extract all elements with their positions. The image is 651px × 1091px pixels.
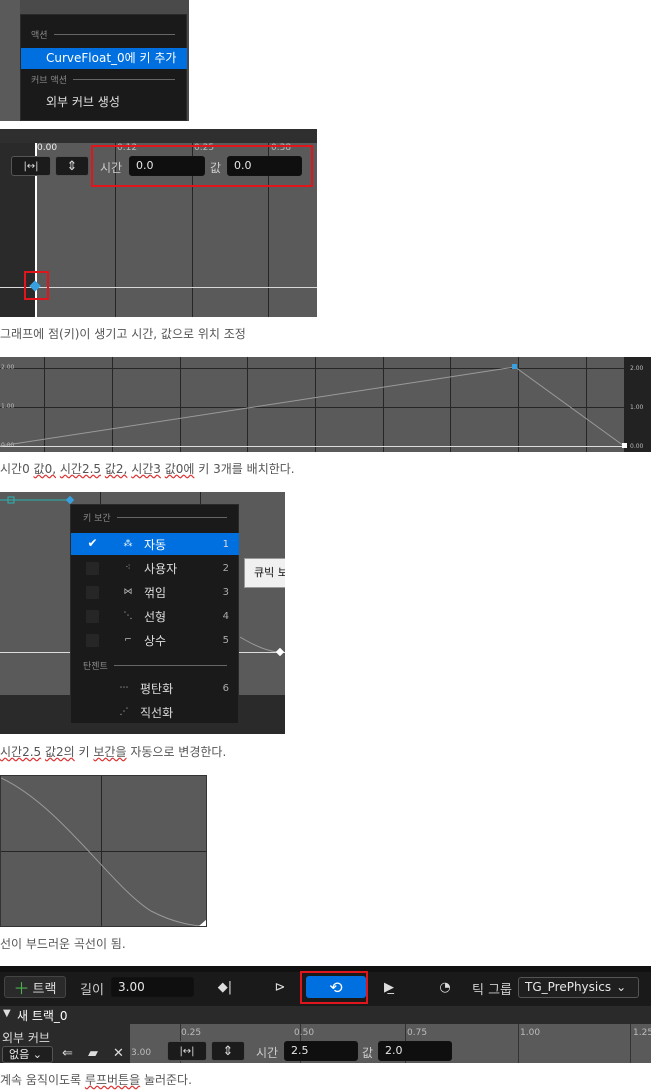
constant-interp-icon: ⌐: [124, 635, 132, 645]
browse-folder-icon[interactable]: ▰: [88, 1046, 98, 1061]
auto-interp-icon: ⁂: [123, 539, 133, 549]
chevron-down-icon: ⌄: [616, 980, 627, 994]
tick-label: 0.25: [181, 1028, 202, 1038]
checkbox[interactable]: [85, 608, 100, 624]
straighten-icon: ⋰: [119, 707, 129, 717]
interp-auto-item[interactable]: ✔ ⁂ 자동 1: [71, 533, 239, 555]
fit-vertical-button[interactable]: ⇕: [55, 156, 89, 176]
key-point[interactable]: [199, 919, 207, 927]
caption-1: 그래프에 점(키)이 생기고 시간, 값으로 위치 조정: [0, 327, 246, 341]
checkbox[interactable]: [85, 584, 100, 600]
curve-line: [1, 777, 207, 927]
checkbox[interactable]: [85, 632, 100, 648]
context-menu-curve: 액션 CurveFloat_0에 키 추가 커브 액션 외부 커브 생성: [0, 0, 189, 121]
track-name[interactable]: 새 트랙_0: [17, 1007, 68, 1024]
interp-constant-item[interactable]: ⌐ 상수 5: [71, 629, 239, 651]
create-external-curve-item[interactable]: 외부 커브 생성: [46, 93, 120, 110]
tick-group-select[interactable]: TG_PrePhysics ⌄: [518, 977, 639, 998]
fit-vertical-button[interactable]: ⇕: [211, 1041, 245, 1061]
key-jump-icon[interactable]: ◆|: [210, 976, 240, 998]
value-field[interactable]: 2.0: [378, 1041, 452, 1061]
checkbox[interactable]: [85, 560, 100, 576]
replicate-icon[interactable]: ◔: [430, 976, 460, 998]
tick-label: 0.50: [294, 1028, 315, 1038]
length-label: 길이: [80, 983, 104, 998]
linear-interp-icon: ⋱: [123, 611, 133, 621]
add-key-menu-item[interactable]: CurveFloat_0에 키 추가: [21, 48, 187, 69]
add-track-button[interactable]: ＋ 트랙: [4, 976, 66, 998]
key-point[interactable]: [65, 495, 75, 505]
key-point[interactable]: [512, 364, 517, 369]
caption-3: 시간2.5 값2의 키 보간을 자동으로 변경한다.: [0, 745, 227, 759]
highlight-box: [300, 971, 368, 1004]
play-icon[interactable]: ⊳: [265, 976, 295, 998]
play-range-icon[interactable]: ▶̲: [374, 976, 404, 998]
interp-menu: 키 보간 ✔ ⁂ 자동 1 ⁖ 사용자 2 ⋈ 꺾임 3 ⋱ 선형 4 ⌐ 상수…: [70, 504, 239, 724]
straighten-item[interactable]: ⋰ 직선화: [71, 701, 239, 723]
tick-label: 3.00: [131, 1048, 152, 1058]
use-selected-icon[interactable]: ⇐: [62, 1046, 73, 1061]
flatten-item[interactable]: ⋯ 평탄화 6: [71, 677, 239, 699]
curve-editor-graph-2: 2.00 1.00 0.00 2.00 1.00 0.00: [0, 357, 651, 452]
curve-editor-graph-4: [0, 775, 207, 927]
interp-linear-item[interactable]: ⋱ 선형 4: [71, 605, 239, 627]
tick-label: 1.00: [520, 1028, 541, 1038]
curve-editor-graph-3: 키 보간 ✔ ⁂ 자동 1 ⁖ 사용자 2 ⋈ 꺾임 3 ⋱ 선형 4 ⌐ 상수…: [0, 492, 285, 734]
fit-horizontal-button[interactable]: |↔|: [167, 1041, 207, 1061]
time-field[interactable]: 2.5: [284, 1041, 358, 1061]
highlight-box: [24, 271, 49, 300]
break-interp-icon: ⋈: [123, 587, 133, 597]
external-curve-label: 외부 커브: [2, 1031, 50, 1045]
tick-group-label: 틱 그룹: [472, 983, 513, 998]
caption-4: 선이 부드러운 곡선이 됨.: [0, 937, 126, 951]
caption-5: 계속 움직이도록 루프버튼을 눌러준다.: [0, 1073, 192, 1087]
timeline-panel: ＋ 트랙 길이 3.00 ◆| ⊳ ⟲ ▶̲ ◔ 틱 그룹 TG_PrePhys…: [0, 966, 651, 1063]
tick-label: 0.00: [37, 143, 58, 153]
key-point[interactable]: [622, 443, 627, 448]
value-label: 값: [362, 1046, 374, 1060]
tooltip: 큐빅 보: [244, 558, 285, 588]
curve-select[interactable]: 없음 ⌄: [2, 1046, 53, 1063]
length-field[interactable]: 3.00: [111, 977, 194, 997]
curve-line: [0, 364, 627, 448]
key-point[interactable]: [275, 647, 285, 657]
menu-section-tangent: 탄젠트: [83, 659, 227, 672]
tick-label: 0.75: [407, 1028, 428, 1038]
clear-icon[interactable]: ✕: [113, 1046, 124, 1061]
user-interp-icon: ⁖: [125, 563, 131, 573]
time-label: 시간: [256, 1046, 279, 1060]
checkbox[interactable]: ✔: [85, 536, 100, 552]
flatten-icon: ⋯: [119, 683, 129, 693]
collapse-arrow-icon[interactable]: ▼: [3, 1008, 11, 1019]
menu-section-curve-actions: 커브 액션: [31, 73, 175, 86]
track-curve-graph: 0.25 0.50 0.75 1.00 1.25 3.00 |↔| ⇕ 시간 2…: [130, 1024, 651, 1063]
tick-label: 1.25: [633, 1028, 651, 1038]
menu-section-interp: 키 보간: [83, 511, 227, 524]
caption-2: 시간0 값0, 시간2.5 값2, 시간3 값0에 키 3개를 배치한다.: [0, 462, 295, 476]
chevron-down-icon: ⌄: [32, 1048, 42, 1061]
menu-section-actions: 액션: [31, 28, 175, 41]
curve-editor-graph-1: 0.00 0.12 0.25 0.38 |↔| ⇕ 시간 0.0 값 0.0: [0, 129, 317, 317]
fit-horizontal-button[interactable]: |↔|: [11, 156, 51, 176]
highlight-box: [91, 145, 313, 187]
interp-break-item[interactable]: ⋈ 꺾임 3: [71, 581, 239, 603]
plus-icon: ＋: [13, 979, 30, 998]
interp-user-item[interactable]: ⁖ 사용자 2: [71, 557, 239, 579]
